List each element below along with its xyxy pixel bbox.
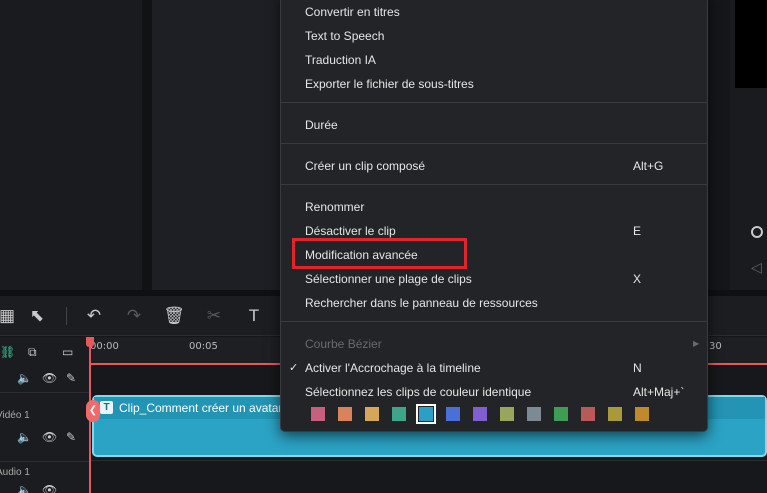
menu-item-duration[interactable]: Durée <box>305 118 338 132</box>
redo-icon[interactable]: ↷ <box>123 305 145 327</box>
media-panel <box>0 0 142 290</box>
color-swatch[interactable] <box>500 407 514 421</box>
menu-item-disable-clip[interactable]: Désactiver le clip <box>305 224 396 238</box>
menu-item-convert-titles[interactable]: Convertir en titres <box>305 5 400 19</box>
menu-item-select-same-color[interactable]: Sélectionnez les clips de couleur identi… <box>305 385 531 399</box>
menu-item-compound-clip[interactable]: Créer un clip composé <box>305 159 425 173</box>
menu-separator <box>281 143 707 144</box>
clip-label: Clip_Comment créer un avatar <box>119 401 283 415</box>
speaker-icon[interactable]: 🔈 <box>17 483 32 493</box>
track-headers: ⛓ ⧉ ▭ ▫ 🔈 👁 ✎ Vidéo 1 ▫ 🔈 👁 ✎ Audio 1 ▫ … <box>0 337 90 493</box>
color-swatch[interactable] <box>554 407 568 421</box>
text-clip-icon: T <box>100 401 113 414</box>
editor-window: ◁ ▦ ⬉ ↶ ↷ 🗑 ✂ T 00:00 00:05 30 ⛓ ⧉ ▭ ▫ 🔈… <box>0 0 767 493</box>
eye-icon[interactable]: 👁 <box>42 371 57 385</box>
color-swatch[interactable] <box>365 407 379 421</box>
toolbar-separator <box>66 307 67 325</box>
context-menu: Convertir en titres Text to Speech Tradu… <box>280 0 708 432</box>
shortcut-disable-clip: E <box>633 224 642 238</box>
color-swatch[interactable] <box>311 407 325 421</box>
shortcut-select-range: X <box>633 272 642 286</box>
eye-icon[interactable]: 👁 <box>42 430 57 444</box>
menu-item-export-subtitles[interactable]: Exporter le fichier de sous-titres <box>305 77 474 91</box>
shortcut-snap-timeline: N <box>633 361 642 375</box>
delete-icon[interactable]: 🗑 <box>163 305 185 327</box>
color-swatch[interactable] <box>635 407 649 421</box>
radio-button[interactable] <box>751 226 763 238</box>
track-manager-icon[interactable]: ▭ <box>62 345 73 359</box>
menu-item-bezier: Courbe Bézier <box>305 337 382 351</box>
highlight-box <box>292 238 467 269</box>
audio-track-label: Audio 1 <box>0 467 30 478</box>
ruler-time-30: 30 <box>709 341 722 352</box>
speaker-icon[interactable]: 🔈 <box>17 430 32 444</box>
color-swatch[interactable] <box>581 407 595 421</box>
undo-icon[interactable]: ↶ <box>83 305 105 327</box>
shortcut-select-same-color: Alt+Maj+` <box>633 385 685 399</box>
track-divider <box>0 461 90 462</box>
ruler-time-5: 00:05 <box>189 341 218 352</box>
menu-item-text-to-speech[interactable]: Text to Speech <box>305 29 384 43</box>
shortcut-compound-clip: Alt+G <box>633 159 664 173</box>
select-arrow-icon[interactable]: ⬉ <box>26 305 48 327</box>
menu-item-select-range[interactable]: Sélectionner une plage de clips <box>305 272 472 286</box>
eye-icon[interactable]: 👁 <box>42 483 57 493</box>
color-swatch[interactable] <box>446 407 460 421</box>
color-swatch[interactable] <box>392 407 406 421</box>
previous-frame-icon[interactable]: ◁ <box>751 259 762 276</box>
color-swatch[interactable] <box>527 407 541 421</box>
track-divider <box>0 392 90 393</box>
video-track-label: Vidéo 1 <box>0 410 30 421</box>
scissors-icon[interactable]: ✂ <box>203 305 225 327</box>
properties-preview <box>735 0 767 88</box>
menu-separator <box>281 102 707 103</box>
link-icon[interactable]: ⛓ <box>0 345 15 359</box>
menu-separator <box>281 184 707 185</box>
menu-item-rename[interactable]: Renommer <box>305 200 364 214</box>
menu-item-snap-timeline[interactable]: Activer l'Accrochage à la timeline <box>305 361 481 375</box>
color-swatch[interactable] <box>338 407 352 421</box>
color-swatch[interactable] <box>608 407 622 421</box>
speaker-icon[interactable]: 🔈 <box>17 371 32 385</box>
grid-icon[interactable]: ▦ <box>0 305 18 327</box>
text-tool-icon[interactable]: T <box>243 305 265 327</box>
checkmark-icon: ✓ <box>289 362 299 374</box>
add-track-icon[interactable]: ⧉ <box>28 345 37 360</box>
menu-item-ai-translation[interactable]: Traduction IA <box>305 53 376 67</box>
color-swatch[interactable] <box>416 404 436 424</box>
menu-item-search-resources[interactable]: Rechercher dans le panneau de ressources <box>305 296 538 310</box>
submenu-arrow-icon: ▶ <box>693 339 700 348</box>
panel-divider[interactable] <box>142 0 152 290</box>
magic-icon[interactable]: ✎ <box>66 430 76 444</box>
menu-separator <box>281 321 707 322</box>
ruler-time-0: 00:00 <box>90 341 119 352</box>
preview-panel <box>152 0 280 290</box>
color-swatch[interactable] <box>473 407 487 421</box>
magic-icon[interactable]: ✎ <box>66 371 76 385</box>
track-divider <box>90 460 767 461</box>
clip-trim-handle[interactable]: ❮ <box>86 400 100 422</box>
playhead-handle[interactable] <box>86 337 94 347</box>
